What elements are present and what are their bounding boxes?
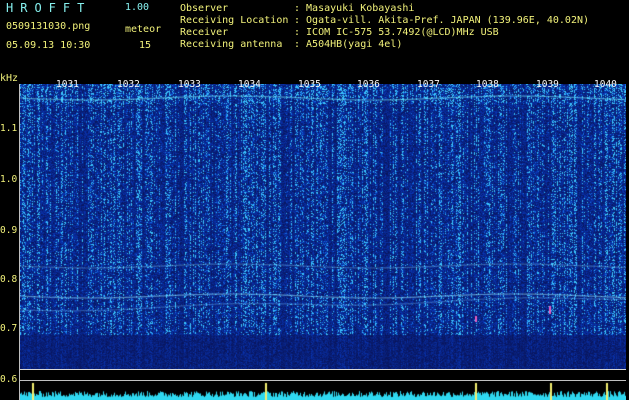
y-tick-0-6: 0.6 — [0, 374, 18, 385]
antenna-value: : A504HB(yagi 4el) — [294, 39, 403, 50]
meteor-label: meteor — [125, 24, 162, 35]
y-tick-0-9: 0.9 — [0, 225, 18, 236]
spectrogram-plot — [20, 84, 626, 370]
x-tick-1033: 1033 — [178, 79, 201, 90]
plot-left-border — [19, 84, 20, 400]
x-tick-1039: 1039 — [536, 79, 559, 90]
y-tick-1-0: 1.0 — [0, 174, 18, 185]
x-tick-1034: 1034 — [238, 79, 261, 90]
app-version: 1.00 — [125, 2, 150, 13]
x-tick-1031: 1031 — [56, 79, 79, 90]
x-tick-1040: 1040 — [594, 79, 617, 90]
y-tick-0-7: 0.7 — [0, 323, 18, 334]
antenna-label: Receiving antenna — [180, 39, 283, 50]
meteor-activity-strip — [20, 381, 626, 400]
x-tick-1035: 1035 — [298, 79, 321, 90]
y-tick-0-8: 0.8 — [0, 274, 18, 285]
observer-value: : Masayuki Kobayashi — [294, 3, 415, 14]
x-tick-1036: 1036 — [357, 79, 380, 90]
receiver-value: : ICOM IC-575 53.7492(@LCD)MHz USB — [294, 27, 499, 38]
location-value: : Ogata-vill. Akita-Pref. JAPAN (139.96E… — [294, 15, 590, 26]
x-tick-1037: 1037 — [417, 79, 440, 90]
file-name: 0509131030.png — [6, 21, 91, 32]
y-tick-1-1: 1.1 — [0, 123, 18, 134]
location-label: Receiving Location — [180, 15, 289, 26]
observer-label: Observer — [180, 3, 229, 14]
meteor-count: 15 — [139, 40, 152, 51]
date-time: 05.09.13 10:30 — [6, 40, 91, 51]
x-tick-1038: 1038 — [476, 79, 499, 90]
plot-bottom-divider — [20, 369, 626, 370]
x-tick-1032: 1032 — [117, 79, 140, 90]
receiver-label: Receiver — [180, 27, 229, 38]
y-axis-unit: kHz — [0, 73, 19, 84]
app-title: HROFFT — [6, 1, 92, 15]
hrofft-window: HROFFT 1.00 0509131030.png meteor 05.09.… — [0, 0, 629, 400]
